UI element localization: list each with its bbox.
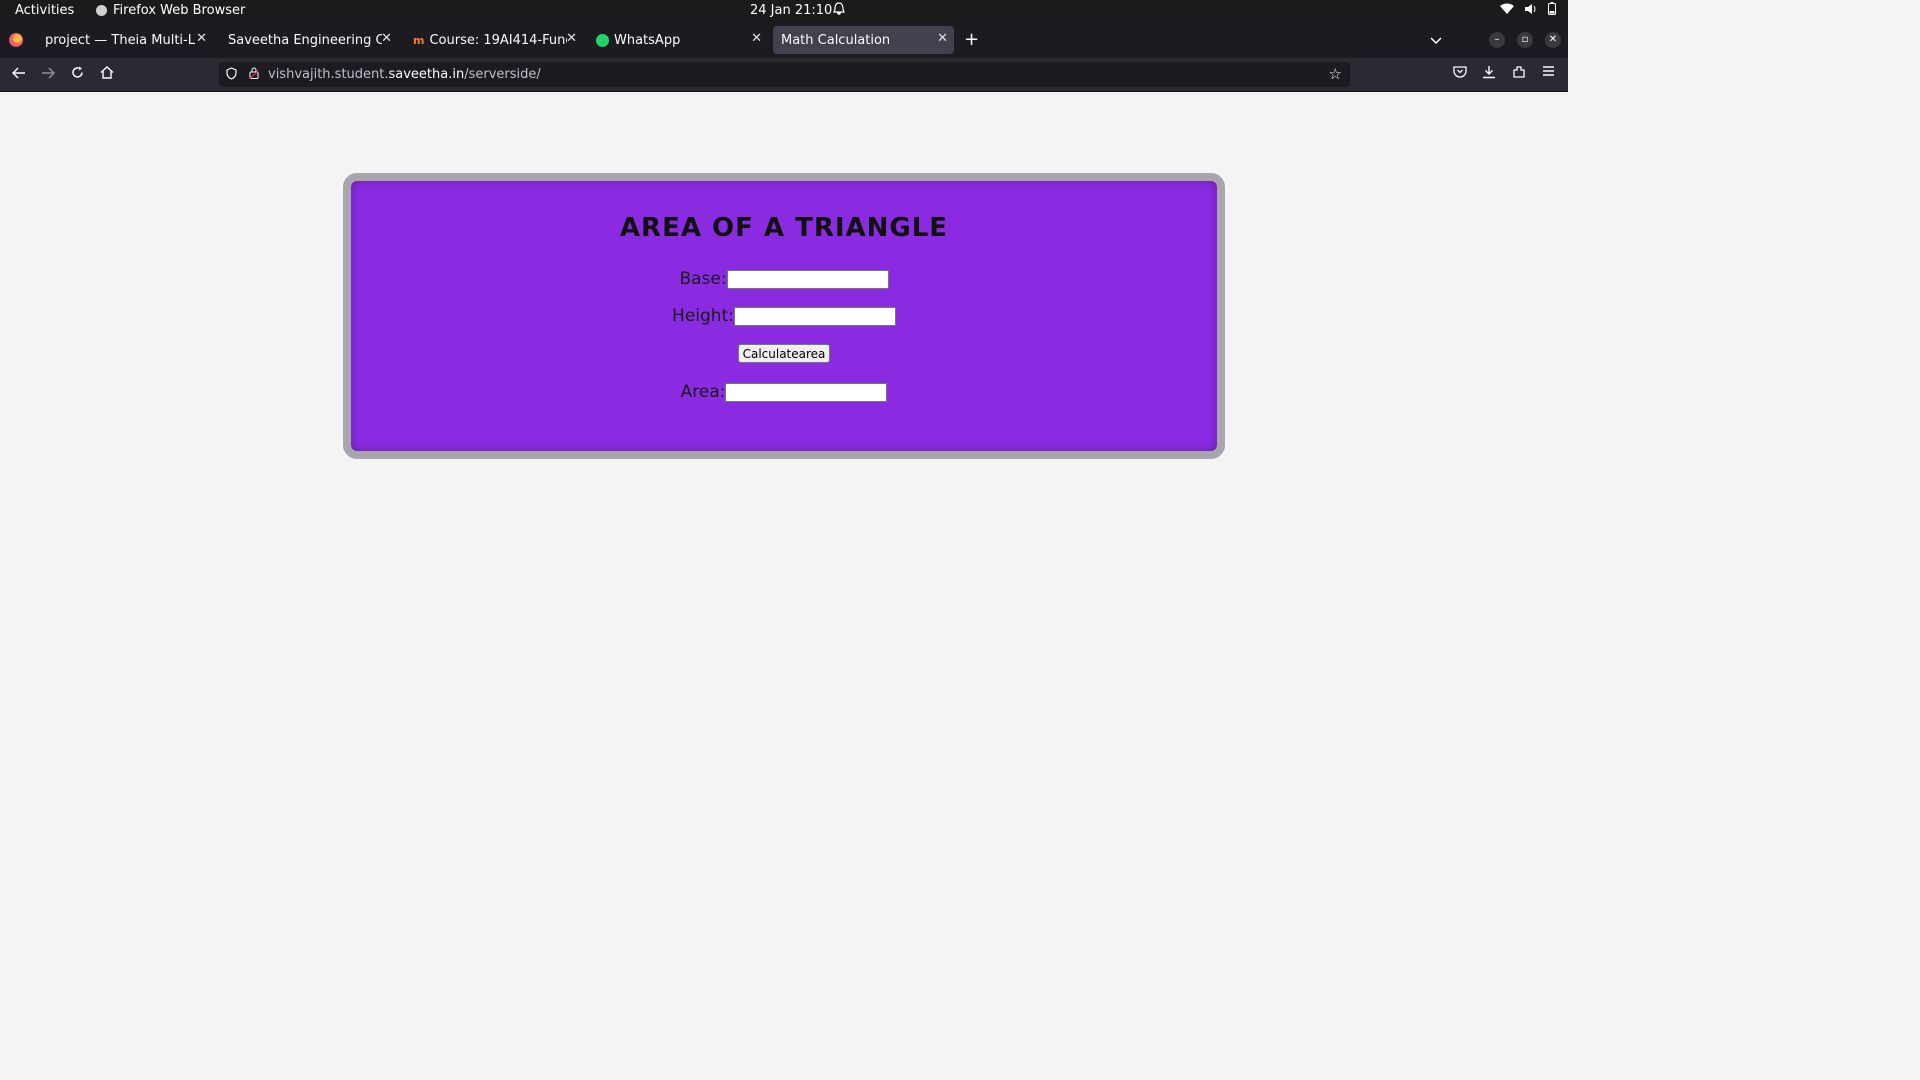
activities-button[interactable]: Activities [15, 3, 74, 18]
system-tray[interactable] [1500, 2, 1556, 19]
back-arrow-icon[interactable] [11, 65, 26, 83]
url-domain: saveetha.in [388, 67, 465, 82]
close-tab-icon[interactable]: ✕ [937, 31, 948, 46]
base-row: Base: [351, 269, 1217, 289]
calculate-area-button[interactable]: Calculatearea [737, 344, 831, 363]
url-path: /serverside/ [464, 67, 541, 82]
connection-lock-icon[interactable] [249, 67, 259, 82]
battery-icon [1548, 2, 1556, 19]
tab-strip: project — Theia Multi-Langu ✕ Saveetha E… [0, 22, 1568, 58]
moodle-icon: m [413, 33, 425, 47]
navigation-bar: vishvajith.student.saveetha.in/serversid… [0, 58, 1568, 92]
system-top-bar: Activities Firefox Web Browser 24 Jan 21… [0, 0, 1568, 22]
close-window-icon[interactable]: ✕ [1545, 32, 1561, 48]
calculate-row: Calculatearea [351, 344, 1217, 363]
new-tab-icon[interactable]: + [964, 29, 979, 50]
extensions-icon[interactable] [1512, 65, 1526, 83]
tab-saveetha-college[interactable]: Saveetha Engineering Colleg ✕ [220, 26, 398, 54]
tab-course[interactable]: m Course: 19AI414-Fundam ✕ [405, 26, 583, 54]
tab-label: WhatsApp [614, 32, 681, 48]
downloads-icon[interactable] [1482, 65, 1496, 83]
tab-math-calculation[interactable]: Math Calculation ✕ [773, 26, 954, 54]
volume-icon [1524, 3, 1538, 19]
bookmark-star-icon[interactable]: ☆ [1329, 65, 1342, 83]
base-input[interactable] [726, 269, 889, 289]
area-row: Area: [351, 382, 1217, 402]
app-menu[interactable]: Firefox Web Browser [96, 3, 245, 18]
height-label: Height: [672, 306, 734, 326]
list-all-tabs-chevron-icon[interactable] [1430, 30, 1442, 49]
reload-icon[interactable] [71, 65, 84, 83]
home-icon[interactable] [100, 65, 114, 83]
url-text: vishvajith.student.saveetha.in/serversid… [268, 67, 541, 82]
close-tab-icon[interactable]: ✕ [566, 31, 577, 46]
base-label: Base: [679, 269, 727, 289]
tab-theia-project[interactable]: project — Theia Multi-Langu ✕ [37, 26, 213, 54]
tab-label: Saveetha Engineering Colleg [228, 32, 382, 48]
whatsapp-icon [596, 33, 609, 47]
triangle-area-form-card: AREA OF A TRIANGLE Base: Height: Calcula… [343, 173, 1225, 459]
tracking-protection-shield-icon[interactable] [226, 67, 237, 84]
minimize-window-icon[interactable]: – [1489, 32, 1505, 48]
close-tab-icon[interactable]: ✕ [381, 31, 392, 46]
wifi-icon [1500, 3, 1514, 19]
close-tab-icon[interactable]: ✕ [751, 31, 762, 46]
forward-arrow-icon[interactable] [41, 65, 56, 83]
firefox-app-icon [96, 5, 107, 16]
app-name: Firefox Web Browser [113, 3, 246, 18]
hamburger-menu-icon[interactable] [1542, 65, 1555, 81]
clock[interactable]: 24 Jan 21:10 [750, 3, 832, 18]
url-host-prefix: vishvajith.student. [268, 67, 389, 82]
area-output-field[interactable] [725, 382, 888, 402]
height-input[interactable] [733, 306, 896, 326]
height-row: Height: [351, 306, 1217, 326]
url-bar[interactable]: vishvajith.student.saveetha.in/serversid… [219, 62, 1350, 87]
pocket-icon[interactable] [1453, 65, 1467, 82]
notification-bell-icon [833, 2, 845, 20]
area-label: Area: [680, 382, 726, 402]
tab-label: Course: 19AI414-Fundam [429, 32, 567, 48]
tab-label: Math Calculation [781, 32, 891, 48]
close-tab-icon[interactable]: ✕ [196, 31, 207, 46]
page-title: AREA OF A TRIANGLE [619, 213, 949, 243]
tab-whatsapp[interactable]: WhatsApp ✕ [588, 26, 768, 54]
firefox-logo-icon [9, 33, 23, 47]
tab-label: project — Theia Multi-Langu [45, 32, 195, 48]
restore-window-icon[interactable]: ▫ [1517, 32, 1533, 48]
